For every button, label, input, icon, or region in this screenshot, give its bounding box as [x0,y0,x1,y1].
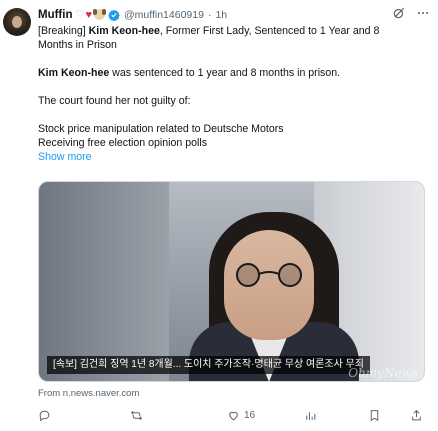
text-line-6: Receiving free election opinion polls [38,137,208,149]
views-icon [306,412,316,420]
breaking-prefix: [Breaking] [38,25,89,37]
link-source[interactable]: From n.news.naver.com [38,388,139,399]
glasses-shape [236,263,302,287]
media-image[interactable]: [속보] 김건희 징역 1년 8개월... 도이치 주가조작·명태균 무상 여론… [38,181,425,382]
dog-face-icon [92,9,106,20]
action-bar: 16 [38,409,430,425]
image-background-left [39,182,169,381]
name-emoji: ♡ ♥ [75,9,106,21]
separator-dot: · [207,9,212,21]
white-heart-icon: ♡ [75,9,85,20]
watermark: OhmyNews [348,366,418,380]
timestamp[interactable]: 1h [215,9,227,21]
reply-button[interactable] [38,409,51,422]
tweet-text: [Breaking] Kim Keon-hee, Former First La… [38,24,428,164]
bold-name-2: Kim Keon-hee [38,67,110,79]
heart-icon [229,411,238,421]
repost-icon [130,410,143,421]
avatar[interactable] [3,8,31,36]
author-name[interactable]: Muffin [38,9,72,21]
repost-button[interactable] [130,409,143,422]
red-heart-icon: ♥ [85,9,92,21]
bold-name: Kim Keon-hee [88,25,160,37]
grok-icon[interactable] [392,6,406,20]
text-line-2: Months in Prison [38,39,117,51]
like-button[interactable]: 16 [227,409,255,422]
share-button[interactable] [410,409,423,422]
top-actions [392,6,430,20]
text-line-4: The court found her not guilty of: [38,95,191,107]
share-icon [412,409,421,421]
bookmark-icon [370,410,379,422]
more-options-icon[interactable] [416,6,430,20]
text-line-1: [Breaking] Kim Keon-hee, Former First La… [38,24,428,38]
author-handle[interactable]: @muffin1460919 [124,9,204,21]
verified-badge-icon [108,9,120,21]
views-button[interactable] [304,409,317,422]
bookmark-button[interactable] [368,409,381,422]
news-caption: [속보] 김건희 징역 1년 8개월... 도이치 주가조작·명태균 무상 여론… [47,356,370,374]
show-more-link[interactable]: Show more [38,150,428,164]
tweet-header: Muffin ♡ ♥ @muffin1460919 · 1h [38,7,227,23]
reply-icon [39,410,50,422]
text-line-3: Kim Keon-hee was sentenced to 1 year and… [38,66,428,80]
headline-rest: , Former First Lady, Sentenced to 1 Year… [159,25,380,37]
tweet-card[interactable]: Muffin ♡ ♥ @muffin1460919 · 1h [Breaking… [0,0,438,431]
like-count: 16 [244,410,256,421]
text-line-5: Stock price manipulation related to Deut… [38,123,284,135]
sentence-text: was sentenced to 1 year and 8 months in … [109,67,341,79]
